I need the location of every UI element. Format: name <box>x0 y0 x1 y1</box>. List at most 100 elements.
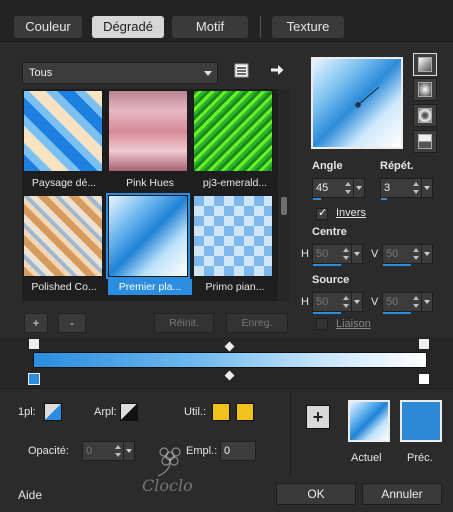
center-h-input[interactable]: 50 <box>312 244 363 266</box>
repeat-dropdown-button[interactable] <box>421 178 433 198</box>
spin-arrows-icon[interactable] <box>341 245 351 263</box>
gallery-scrollbar[interactable] <box>279 89 289 301</box>
sunburst-style-button[interactable] <box>413 130 437 153</box>
center-h-slider[interactable] <box>313 264 341 266</box>
link-checkbox[interactable] <box>316 318 328 330</box>
center-v-slider[interactable] <box>383 264 411 266</box>
color-stop-left[interactable] <box>28 373 40 385</box>
gradient-thumb[interactable] <box>23 195 103 277</box>
invert-checkbox[interactable] <box>316 206 328 220</box>
spin-arrows-icon[interactable] <box>341 293 351 311</box>
color-stop-right[interactable] <box>418 373 430 385</box>
gradient-thumb[interactable] <box>108 90 188 172</box>
gradient-preview[interactable] <box>311 57 403 149</box>
tab-couleur[interactable]: Couleur <box>14 16 82 38</box>
tab-degrade[interactable]: Dégradé <box>92 16 164 38</box>
angle-handle-icon <box>355 86 380 108</box>
arrow-right-icon[interactable] <box>269 62 285 78</box>
center-v-label: V <box>371 248 379 260</box>
repeat-slider[interactable] <box>381 198 387 200</box>
gradient-thumb-label: Polished Co... <box>31 281 97 293</box>
gradient-thumb-label: pj3-emerald... <box>202 177 268 189</box>
source-v-input[interactable]: 50 <box>382 292 433 314</box>
ok-button[interactable]: OK <box>276 483 356 505</box>
link-label: Liaison <box>336 318 371 330</box>
gradient-thumb[interactable] <box>23 90 103 172</box>
linear-gradient-icon <box>418 57 432 72</box>
foreground-stop-icon[interactable] <box>44 403 62 421</box>
reset-button[interactable]: Réinit. <box>154 313 214 333</box>
center-v-dropdown-button[interactable] <box>421 244 433 264</box>
gradient-gallery: Paysage dé... Pink Hues pj3-emerald... P… <box>22 89 278 301</box>
util-color-swatch-2[interactable] <box>236 403 254 421</box>
cancel-button[interactable]: Annuler <box>362 483 442 505</box>
center-h-dropdown-button[interactable] <box>351 244 363 264</box>
gradient-thumb-selected[interactable] <box>106 193 190 279</box>
remove-gradient-button[interactable]: - <box>58 313 86 333</box>
center-h-label: H <box>301 248 309 260</box>
source-v-slider[interactable] <box>383 312 411 314</box>
angle-slider[interactable] <box>313 198 321 200</box>
transparency-stop-right[interactable] <box>418 338 430 350</box>
opacity-label: Opacité: <box>28 445 69 457</box>
rectangular-gradient-icon <box>418 108 432 123</box>
gradient-thumb-label: Primo pian... <box>205 281 265 293</box>
repeat-label: Répét. <box>380 160 414 172</box>
center-v-input[interactable]: 50 <box>382 244 433 266</box>
radial-gradient-icon <box>418 82 432 97</box>
sunburst-gradient-icon <box>418 134 432 149</box>
watermark-text: Cloclo <box>142 476 193 495</box>
tab-motif[interactable]: Motif <box>172 16 248 38</box>
gradient-thumb[interactable] <box>193 90 273 172</box>
source-h-dropdown-button[interactable] <box>351 292 363 312</box>
angle-dropdown-button[interactable] <box>353 178 365 198</box>
tab-texture[interactable]: Texture <box>272 16 344 38</box>
util-color-swatch-1[interactable] <box>212 403 230 421</box>
divider <box>290 392 291 476</box>
save-gradient-button[interactable]: Enreg. <box>226 313 288 333</box>
previous-swatch[interactable] <box>400 400 442 442</box>
tab-separator <box>260 16 261 38</box>
tab-bar: Couleur Dégradé Motif Texture <box>0 0 453 42</box>
spin-arrows-icon[interactable] <box>411 245 421 263</box>
background-stop-icon[interactable] <box>120 403 138 421</box>
list-view-icon[interactable] <box>234 63 250 79</box>
spin-arrows-icon[interactable] <box>343 179 353 197</box>
invert-label: Invers <box>336 207 366 219</box>
source-h-slider[interactable] <box>313 312 341 314</box>
add-swatch-button[interactable]: + <box>306 405 330 429</box>
source-v-dropdown-button[interactable] <box>421 292 433 312</box>
location-label: 1pl: <box>18 406 36 418</box>
spin-arrows-icon[interactable] <box>411 179 421 197</box>
source-h-label: H <box>301 296 309 308</box>
angle-input[interactable]: 45 <box>312 178 365 200</box>
previous-label: Préc. <box>407 452 433 464</box>
current-label: Actuel <box>351 452 382 464</box>
opacity-input[interactable]: 0 <box>82 441 135 461</box>
chevron-down-icon <box>204 71 212 76</box>
add-gradient-button[interactable]: + <box>24 313 48 333</box>
spin-arrows-icon[interactable] <box>411 293 421 311</box>
linear-style-button[interactable] <box>413 53 437 76</box>
radial-style-button[interactable] <box>413 78 437 101</box>
transparency-stop-left[interactable] <box>28 338 40 350</box>
opacity-dropdown-button[interactable] <box>123 441 135 461</box>
flower-watermark-icon <box>150 444 190 478</box>
gradient-thumb[interactable] <box>193 195 273 277</box>
source-h-input[interactable]: 50 <box>312 292 363 314</box>
gradient-category-value: Tous <box>29 67 53 79</box>
arpl-label: Arpl: <box>94 406 117 418</box>
help-link[interactable]: Aide <box>18 488 42 502</box>
repeat-input[interactable]: 3 <box>380 178 433 200</box>
scrollbar-thumb[interactable] <box>281 197 287 215</box>
gradient-category-select[interactable]: Tous <box>22 62 218 84</box>
empl-input[interactable]: 0 <box>220 441 256 461</box>
angle-label: Angle <box>312 160 343 172</box>
rect-style-button[interactable] <box>413 104 437 127</box>
util-label: Util.: <box>184 406 206 418</box>
source-label: Source <box>312 274 350 286</box>
gradient-bar[interactable] <box>33 352 427 368</box>
empl-label: Empl.: <box>186 445 218 457</box>
spin-arrows-icon[interactable] <box>113 442 123 460</box>
current-swatch[interactable] <box>348 400 390 442</box>
